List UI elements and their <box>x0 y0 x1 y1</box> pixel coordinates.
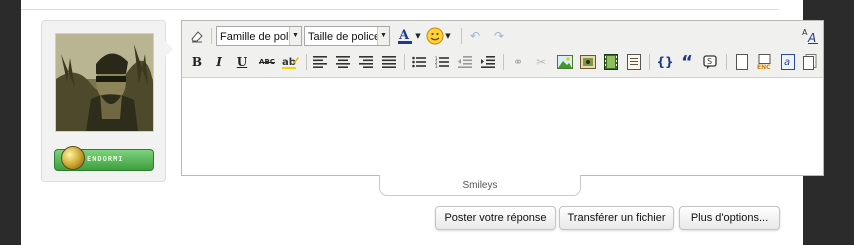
underline-icon[interactable]: U <box>233 53 251 71</box>
numbered-list-icon[interactable]: 123 <box>433 53 451 71</box>
link-icon[interactable]: ⚭ <box>509 53 527 71</box>
outdent-icon[interactable] <box>456 53 474 71</box>
svg-text:S: S <box>707 57 712 66</box>
chevron-down-icon: ▼ <box>289 27 301 45</box>
svg-text:3: 3 <box>435 64 438 68</box>
smiley-icon[interactable] <box>424 27 446 45</box>
svg-text:a: a <box>784 57 790 68</box>
bullet-list-icon[interactable] <box>410 53 428 71</box>
unlink-icon[interactable]: ✂ <box>532 53 550 71</box>
justify-icon[interactable] <box>380 53 398 71</box>
svg-text:ENC: ENC <box>757 64 771 70</box>
rich-text-editor: Famille de police ▼ Taille de police ▼ A… <box>181 20 824 176</box>
chevron-down-icon[interactable]: ▼ <box>444 27 452 45</box>
italic-icon[interactable]: I <box>210 53 228 71</box>
font-size-value: Taille de police <box>308 31 381 43</box>
gallery-icon[interactable] <box>579 53 597 71</box>
status-orb-icon <box>61 146 85 170</box>
font-size-select[interactable]: Taille de police ▼ <box>304 26 390 46</box>
text-color-icon[interactable]: A <box>394 27 416 45</box>
image-icon[interactable] <box>556 53 574 71</box>
encode-icon[interactable]: ENC <box>756 53 774 71</box>
new-page-icon[interactable] <box>733 53 751 71</box>
font-resize-icon[interactable]: AA <box>800 27 820 45</box>
chevron-down-icon: ▼ <box>377 27 389 45</box>
more-options-button[interactable]: Plus d'options... <box>679 206 780 230</box>
upload-file-button[interactable]: Transférer un fichier <box>559 206 674 230</box>
eraser-icon[interactable] <box>188 27 206 45</box>
strikethrough-icon[interactable]: ABC <box>256 53 278 71</box>
quote-icon[interactable]: “ <box>678 52 696 73</box>
font-family-select[interactable]: Famille de police ▼ <box>216 26 302 46</box>
separator <box>649 54 650 70</box>
indent-icon[interactable] <box>479 53 497 71</box>
editor-toolbar: Famille de police ▼ Taille de police ▼ A… <box>182 21 823 78</box>
separator <box>726 54 727 70</box>
smileys-tab[interactable]: Smileys <box>379 175 581 196</box>
copy-icon[interactable] <box>801 53 819 71</box>
undo-icon[interactable]: ↶ <box>466 27 484 45</box>
svg-text:A: A <box>398 28 410 43</box>
bold-icon[interactable]: B <box>188 53 206 71</box>
separator <box>461 28 462 44</box>
svg-text:A: A <box>807 31 816 45</box>
video-icon[interactable] <box>602 53 620 71</box>
align-right-icon[interactable] <box>357 53 375 71</box>
status-label: ENDORMI <box>87 155 124 163</box>
separator <box>404 54 405 70</box>
align-left-icon[interactable] <box>311 53 329 71</box>
text-icon[interactable]: a <box>779 53 797 71</box>
align-center-icon[interactable] <box>334 53 352 71</box>
profile-card: ENDORMI <box>41 20 166 182</box>
redo-icon[interactable]: ↷ <box>490 27 508 45</box>
separator <box>503 54 504 70</box>
message-textarea[interactable] <box>182 78 823 175</box>
separator <box>306 54 307 70</box>
spoiler-icon[interactable]: S <box>701 53 719 71</box>
status-badge: ENDORMI <box>54 146 154 171</box>
chevron-down-icon[interactable]: ▼ <box>414 27 422 45</box>
code-icon[interactable]: {} <box>654 53 676 71</box>
toolbar-row-2: B I U ABC ab 123 ⚭ ✂ {} “ S ENC a <box>182 50 823 74</box>
divider <box>21 9 779 10</box>
post-reply-button[interactable]: Poster votre réponse <box>435 206 556 230</box>
separator <box>211 28 212 44</box>
toolbar-row-1: Famille de police ▼ Taille de police ▼ A… <box>182 24 823 48</box>
card-pointer <box>164 40 173 58</box>
highlight-icon[interactable]: ab <box>280 53 300 71</box>
avatar[interactable] <box>55 33 154 132</box>
document-icon[interactable] <box>625 53 643 71</box>
